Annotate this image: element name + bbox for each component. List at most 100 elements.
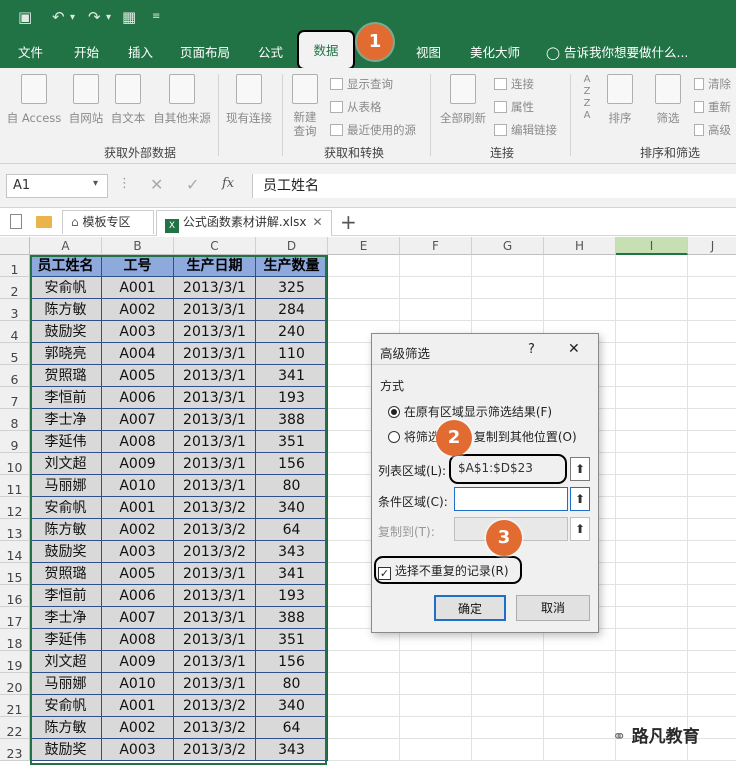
empty-cell[interactable]	[688, 673, 736, 695]
empty-cell[interactable]	[616, 497, 688, 519]
empty-cell[interactable]	[688, 277, 736, 299]
empty-cell[interactable]	[688, 343, 736, 365]
header-cell[interactable]: 工号	[102, 255, 174, 277]
customize-icon[interactable]: ≡	[152, 11, 160, 22]
empty-cell[interactable]	[616, 563, 688, 585]
row-header[interactable]: 13	[0, 519, 30, 541]
data-cell[interactable]: 2013/3/1	[174, 343, 256, 365]
data-cell[interactable]: 156	[256, 651, 328, 673]
data-cell[interactable]: 鼓励奖	[30, 541, 102, 563]
tab-file[interactable]: 文件	[18, 42, 43, 61]
tab-beautify[interactable]: 美化大师	[470, 42, 520, 61]
empty-cell[interactable]	[688, 475, 736, 497]
empty-cell[interactable]	[616, 387, 688, 409]
advanced-filter-button[interactable]: 高级	[694, 122, 731, 138]
data-cell[interactable]: A002	[102, 717, 174, 739]
empty-cell[interactable]	[688, 519, 736, 541]
data-cell[interactable]: 2013/3/1	[174, 387, 256, 409]
new-doc-icon[interactable]	[10, 214, 22, 229]
empty-cell[interactable]	[616, 673, 688, 695]
column-header-a[interactable]: A	[30, 237, 102, 255]
empty-cell[interactable]	[688, 409, 736, 431]
empty-cell[interactable]	[616, 607, 688, 629]
data-cell[interactable]: 64	[256, 519, 328, 541]
row-header[interactable]: 22	[0, 717, 30, 739]
data-cell[interactable]: 351	[256, 629, 328, 651]
close-button[interactable]: ✕	[568, 341, 580, 357]
data-cell[interactable]: 安俞帆	[30, 277, 102, 299]
tab-template-zone[interactable]: ⌂ 模板专区	[62, 210, 154, 234]
empty-cell[interactable]	[688, 453, 736, 475]
tab-page-layout[interactable]: 页面布局	[180, 42, 230, 61]
empty-cell[interactable]	[616, 255, 688, 277]
data-cell[interactable]: 2013/3/1	[174, 453, 256, 475]
data-cell[interactable]: 284	[256, 299, 328, 321]
data-cell[interactable]: 2013/3/1	[174, 299, 256, 321]
empty-cell[interactable]	[400, 255, 472, 277]
data-cell[interactable]: A010	[102, 475, 174, 497]
empty-cell[interactable]	[472, 673, 544, 695]
undo-icon[interactable]: ↶	[52, 8, 65, 26]
data-cell[interactable]: 2013/3/2	[174, 519, 256, 541]
empty-cell[interactable]	[472, 255, 544, 277]
data-cell[interactable]: 陈方敏	[30, 717, 102, 739]
empty-cell[interactable]	[616, 629, 688, 651]
row-header[interactable]: 9	[0, 431, 30, 453]
empty-cell[interactable]	[688, 387, 736, 409]
empty-cell[interactable]	[400, 717, 472, 739]
data-cell[interactable]: 陈方敏	[30, 519, 102, 541]
empty-cell[interactable]	[616, 365, 688, 387]
empty-cell[interactable]	[616, 277, 688, 299]
header-cell[interactable]: 生产数量	[256, 255, 328, 277]
clear-filter-button[interactable]: 清除	[694, 76, 731, 92]
data-cell[interactable]: A007	[102, 409, 174, 431]
empty-cell[interactable]	[400, 299, 472, 321]
row-header[interactable]: 15	[0, 563, 30, 585]
empty-cell[interactable]	[472, 299, 544, 321]
data-cell[interactable]: 240	[256, 321, 328, 343]
existing-connections-button[interactable]: 现有连接	[222, 74, 276, 126]
data-cell[interactable]: 340	[256, 695, 328, 717]
list-range-picker-button[interactable]: ⬆	[570, 457, 590, 481]
column-header-h[interactable]: H	[544, 237, 616, 255]
data-cell[interactable]: A003	[102, 321, 174, 343]
empty-cell[interactable]	[688, 299, 736, 321]
empty-cell[interactable]	[688, 255, 736, 277]
data-cell[interactable]: 388	[256, 607, 328, 629]
empty-cell[interactable]	[616, 343, 688, 365]
data-cell[interactable]: A001	[102, 497, 174, 519]
from-web-button[interactable]: 自网站	[66, 74, 106, 126]
data-cell[interactable]: 343	[256, 739, 328, 761]
data-cell[interactable]: A004	[102, 343, 174, 365]
redo-icon[interactable]: ↷	[88, 8, 101, 26]
empty-cell[interactable]	[400, 651, 472, 673]
row-header[interactable]: 11	[0, 475, 30, 497]
row-header[interactable]: 3	[0, 299, 30, 321]
row-header[interactable]: 8	[0, 409, 30, 431]
empty-cell[interactable]	[472, 695, 544, 717]
data-cell[interactable]: 64	[256, 717, 328, 739]
data-cell[interactable]: A005	[102, 365, 174, 387]
data-cell[interactable]: 李延伟	[30, 629, 102, 651]
row-header[interactable]: 1	[0, 255, 30, 277]
data-cell[interactable]: 2013/3/1	[174, 673, 256, 695]
empty-cell[interactable]	[616, 431, 688, 453]
row-header[interactable]: 5	[0, 343, 30, 365]
tab-data[interactable]: 数据	[297, 30, 355, 70]
radio-inplace[interactable]: 在原有区域显示筛选结果(F)	[388, 403, 552, 420]
data-cell[interactable]: A003	[102, 541, 174, 563]
empty-cell[interactable]	[472, 739, 544, 761]
data-cell[interactable]: 2013/3/1	[174, 431, 256, 453]
empty-cell[interactable]	[472, 717, 544, 739]
reapply-button[interactable]: 重新	[694, 99, 731, 115]
chevron-down-icon[interactable]: ▾	[106, 12, 111, 23]
row-header[interactable]: 19	[0, 651, 30, 673]
from-access-button[interactable]: 自 Access	[6, 74, 62, 126]
empty-cell[interactable]	[616, 475, 688, 497]
formula-input[interactable]: 员工姓名	[252, 174, 736, 198]
empty-cell[interactable]	[328, 299, 400, 321]
data-cell[interactable]: 2013/3/1	[174, 629, 256, 651]
grid-icon[interactable]: ▦	[122, 8, 136, 26]
sort-az-icon[interactable]: AZZA	[576, 74, 598, 122]
data-cell[interactable]: 鼓励奖	[30, 321, 102, 343]
